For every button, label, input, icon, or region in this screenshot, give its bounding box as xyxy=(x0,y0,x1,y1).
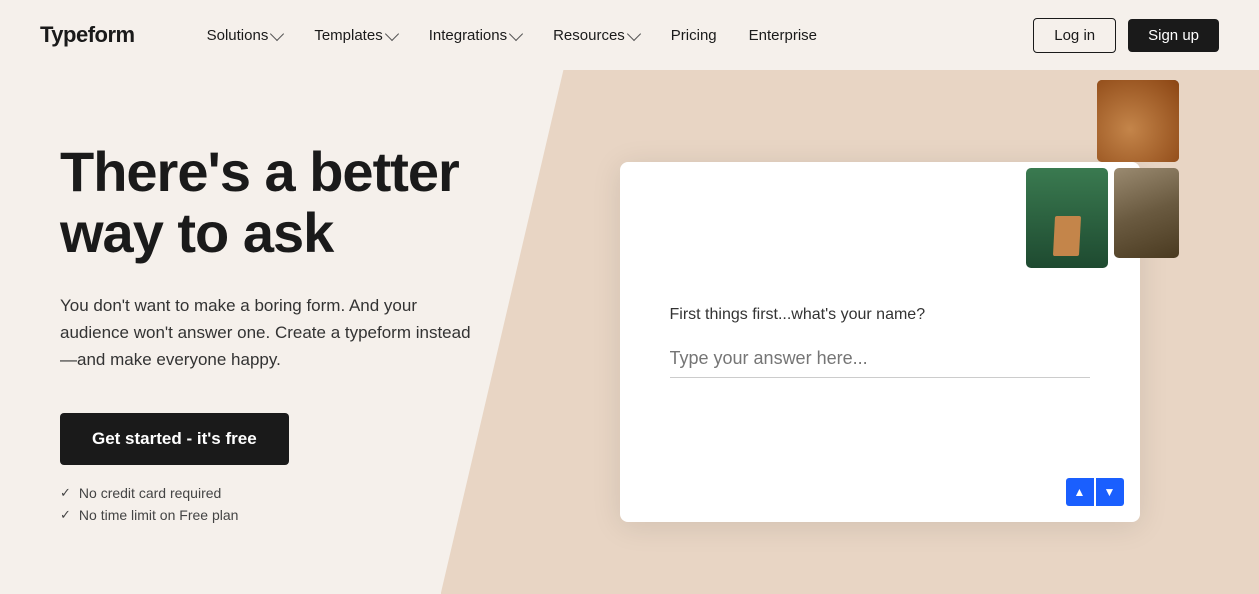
cta-button[interactable]: Get started - it's free xyxy=(60,413,289,465)
decorative-image-1 xyxy=(1097,80,1179,162)
nav-actions: Log in Sign up xyxy=(1033,18,1219,53)
check-label-time-limit: No time limit on Free plan xyxy=(79,507,239,523)
hero-title: There's a better way to ask xyxy=(60,141,480,264)
check-label-credit-card: No credit card required xyxy=(79,485,221,501)
signup-button[interactable]: Sign up xyxy=(1128,19,1219,52)
login-button[interactable]: Log in xyxy=(1033,18,1116,53)
hero-checks: ✓ No credit card required ✓ No time limi… xyxy=(60,485,480,523)
nav-item-solutions[interactable]: Solutions xyxy=(195,19,295,52)
nav-item-enterprise[interactable]: Enterprise xyxy=(737,19,829,52)
form-question: First things first...what's your name? xyxy=(670,306,1090,324)
hero-left: There's a better way to ask You don't wa… xyxy=(0,70,520,594)
checkmark-icon: ✓ xyxy=(60,507,71,523)
decorative-image-2 xyxy=(1026,168,1108,268)
decorative-image-3 xyxy=(1114,168,1179,258)
form-answer-input[interactable] xyxy=(670,340,1090,378)
check-item-credit-card: ✓ No credit card required xyxy=(60,485,480,501)
form-navigation: ▲ ▼ xyxy=(1066,478,1124,506)
form-nav-up-button[interactable]: ▲ xyxy=(1066,478,1094,506)
check-item-time-limit: ✓ No time limit on Free plan xyxy=(60,507,480,523)
form-nav-down-button[interactable]: ▼ xyxy=(1096,478,1124,506)
logo[interactable]: Typeform xyxy=(40,22,135,48)
nav-item-integrations[interactable]: Integrations xyxy=(417,19,533,52)
hero-section: There's a better way to ask You don't wa… xyxy=(0,70,1259,594)
hero-right: First things first...what's your name? ▲… xyxy=(520,70,1259,594)
chevron-down-icon xyxy=(509,26,523,40)
chevron-down-icon xyxy=(385,26,399,40)
nav-links: Solutions Templates Integrations Resourc… xyxy=(195,19,1034,52)
nav-item-resources[interactable]: Resources xyxy=(541,19,651,52)
nav-item-pricing[interactable]: Pricing xyxy=(659,19,729,52)
chevron-down-icon xyxy=(627,26,641,40)
chevron-down-icon xyxy=(270,26,284,40)
navbar: Typeform Solutions Templates Integration… xyxy=(0,0,1259,70)
hero-subtitle: You don't want to make a boring form. An… xyxy=(60,292,480,374)
nav-item-templates[interactable]: Templates xyxy=(302,19,408,52)
checkmark-icon: ✓ xyxy=(60,485,71,501)
